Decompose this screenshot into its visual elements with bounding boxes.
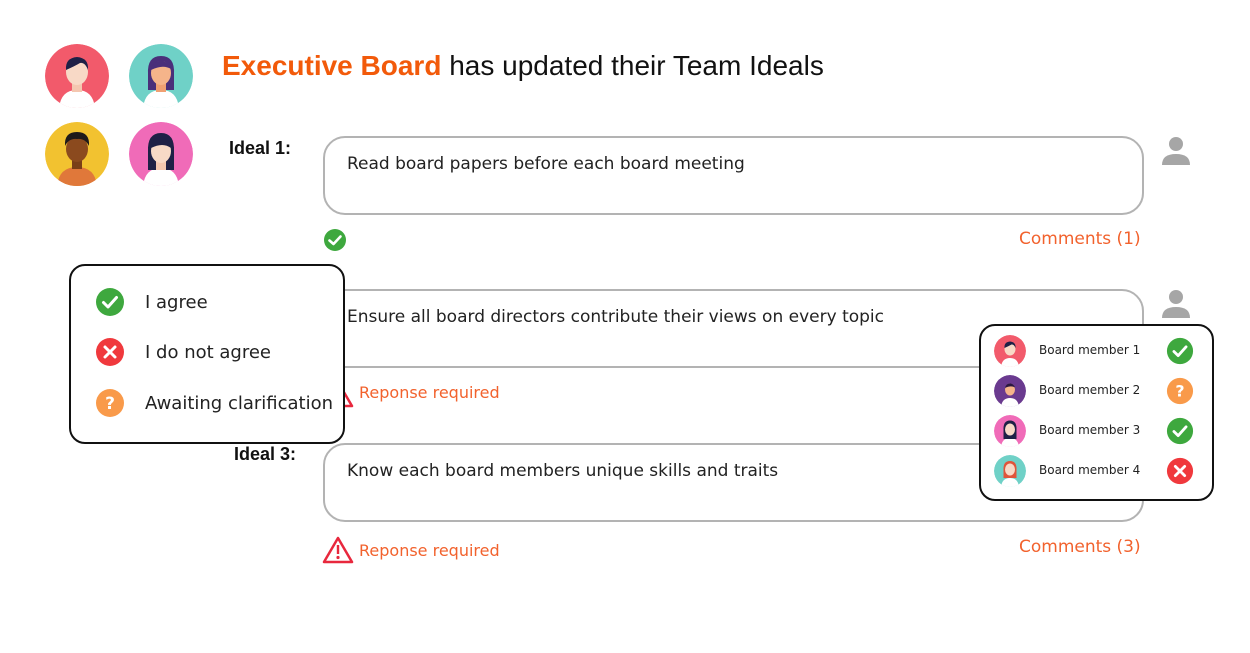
avatar-4: [129, 122, 193, 186]
svg-text:?: ?: [105, 394, 115, 414]
member-status-popup: Board member 1 Board member 2 ? Board me…: [979, 324, 1214, 501]
legend-disagree-label: I do not agree: [145, 341, 271, 363]
response-required-3[interactable]: Reponse required: [359, 541, 500, 560]
member-row[interactable]: Board member 1: [994, 334, 1199, 368]
check-circle-icon: [1166, 337, 1194, 369]
svg-text:?: ?: [1175, 382, 1184, 401]
question-circle-icon: ?: [1166, 377, 1194, 409]
ideal-3-text: Know each board members unique skills an…: [347, 461, 779, 481]
page-title: Executive Board has updated their Team I…: [222, 50, 824, 82]
warning-icon: [322, 536, 354, 568]
avatar-2: [129, 44, 193, 108]
x-circle-icon: [1166, 457, 1194, 489]
status-legend: I agree I do not agree ? Awaiting clarif…: [69, 264, 345, 444]
headline-text: has updated their Team Ideals: [441, 50, 824, 81]
ideal-1-label: Ideal 1:: [229, 138, 292, 158]
ideal-1-text: Read board papers before each board meet…: [347, 154, 745, 174]
question-circle-icon: ?: [96, 389, 124, 417]
response-required-2[interactable]: Reponse required: [359, 383, 500, 402]
ideal-3-label: Ideal 3:: [234, 444, 297, 464]
member-avatar: [994, 375, 1026, 407]
member-row[interactable]: Board member 2 ?: [994, 374, 1199, 408]
member-name: Board member 4: [1039, 463, 1141, 477]
team-name: Executive Board: [222, 50, 442, 81]
comments-link-1[interactable]: Comments (1): [1019, 229, 1141, 249]
member-name: Board member 1: [1039, 343, 1141, 357]
user-icon[interactable]: [1160, 288, 1192, 324]
agree-status-icon[interactable]: [323, 228, 347, 256]
member-name: Board member 2: [1039, 383, 1141, 397]
member-row[interactable]: Board member 4: [994, 454, 1199, 488]
member-name: Board member 3: [1039, 423, 1141, 437]
member-avatar: [994, 335, 1026, 367]
comments-link-3[interactable]: Comments (3): [1019, 537, 1141, 557]
ideal-1-box[interactable]: Read board papers before each board meet…: [323, 136, 1144, 215]
legend-awaiting-label: Awaiting clarification: [145, 392, 334, 414]
x-circle-icon: [96, 338, 124, 366]
check-circle-icon: [96, 288, 124, 316]
check-circle-icon: [1166, 417, 1194, 449]
legend-disagree[interactable]: I do not agree: [95, 337, 271, 367]
user-icon[interactable]: [1160, 135, 1192, 171]
avatar-1: [45, 44, 109, 108]
legend-agree[interactable]: I agree: [95, 287, 208, 317]
legend-agree-label: I agree: [145, 291, 208, 313]
member-row[interactable]: Board member 3: [994, 414, 1199, 448]
avatar-3: [45, 122, 109, 186]
ideal-2-text: Ensure all board directors contribute th…: [347, 307, 884, 327]
member-avatar: [994, 415, 1026, 447]
legend-awaiting[interactable]: ? Awaiting clarification: [95, 388, 333, 418]
member-avatar: [994, 455, 1026, 487]
